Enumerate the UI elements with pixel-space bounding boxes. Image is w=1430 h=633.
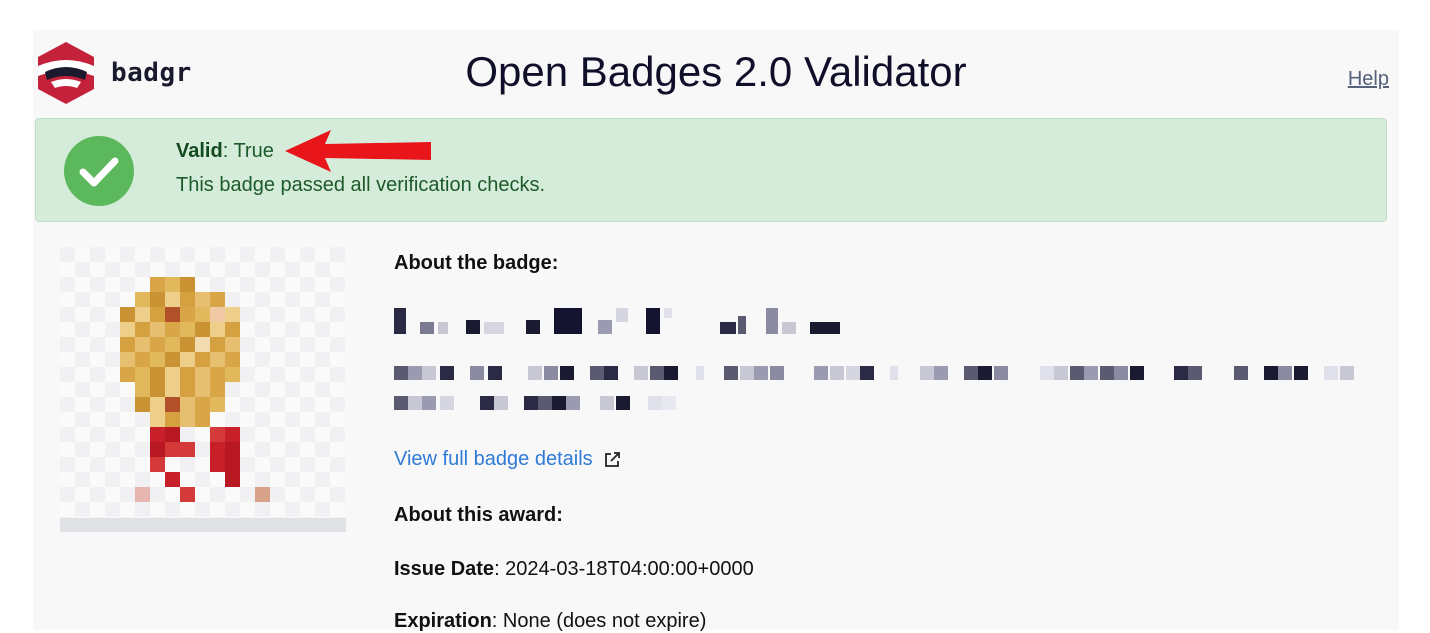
validation-message: This badge passed all verification check… — [176, 174, 546, 196]
help-link[interactable]: Help — [1348, 68, 1389, 91]
issue-date-label: Issue Date — [394, 558, 495, 580]
about-award-heading: About this award: — [394, 504, 563, 526]
about-badge-heading: About the badge: — [394, 252, 559, 274]
validator-page: badgr Open Badges 2.0 Validator Help Val… — [33, 30, 1399, 632]
expiration-value: : None (does not expire) — [491, 610, 707, 632]
redacted-badge-name — [394, 308, 840, 334]
redacted-badge-description — [394, 366, 1354, 410]
page-title: Open Badges 2.0 Validator — [465, 48, 967, 95]
issue-date: Issue Date: 2024-03-18T04:00:00+0000 — [394, 558, 754, 581]
badge-image-caption-bar — [60, 518, 346, 532]
header: badgr Open Badges 2.0 Validator Help — [33, 30, 1399, 118]
valid-value: : True — [222, 140, 274, 162]
annotation-arrow-icon — [285, 130, 431, 172]
issue-date-value: : 2024-03-18T04:00:00+0000 — [494, 558, 754, 580]
view-badge-details-link[interactable]: View full badge details — [394, 448, 621, 471]
badge-image — [60, 247, 346, 533]
validation-alert: Valid: True This badge passed all verifi… — [35, 118, 1387, 222]
expiration-label: Expiration — [394, 610, 492, 632]
valid-status: Valid: True — [176, 140, 274, 163]
checkmark-icon — [64, 136, 134, 206]
view-badge-details-label: View full badge details — [394, 448, 593, 470]
valid-label: Valid — [176, 140, 223, 162]
external-link-icon — [604, 451, 620, 467]
